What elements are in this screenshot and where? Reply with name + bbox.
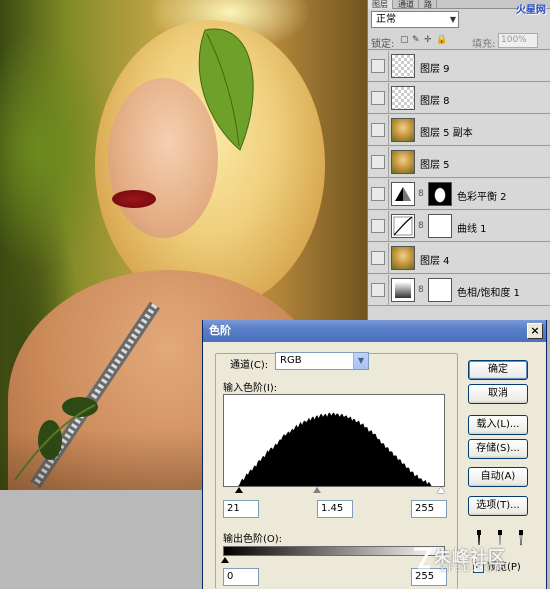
channel-select[interactable]: RGB ▼ xyxy=(275,352,369,370)
input-gamma-field[interactable]: 1.45 xyxy=(317,500,353,518)
lock-all-icon[interactable]: 🔒 xyxy=(436,35,447,45)
output-black-handle[interactable] xyxy=(221,557,229,563)
layer-name: 图层 4 xyxy=(420,256,450,267)
link-icon: 8 xyxy=(418,221,424,231)
options-button[interactable]: 选项(T)... xyxy=(468,496,528,516)
layer-name: 图层 9 xyxy=(420,64,450,75)
chevron-down-icon: ▼ xyxy=(353,353,368,369)
layer-mask[interactable] xyxy=(428,182,452,206)
visibility-toggle[interactable] xyxy=(371,283,385,297)
load-button[interactable]: 载入(L)... xyxy=(468,415,528,435)
blend-row: 正常 ▼ xyxy=(368,10,550,32)
input-white-field[interactable]: 255 xyxy=(411,500,447,518)
fill-label: 填充: xyxy=(472,39,496,50)
output-black-field[interactable]: 0 xyxy=(223,568,259,586)
dialog-titlebar[interactable]: 色阶 xyxy=(203,320,546,342)
layer-mask[interactable] xyxy=(428,214,452,238)
layer-name: 色彩平衡 2 xyxy=(457,192,507,203)
layer-thumbnail xyxy=(391,118,415,142)
layer-name: 图层 5 副本 xyxy=(420,128,473,139)
link-icon: 8 xyxy=(418,189,424,199)
layer-row[interactable]: 图层 4 xyxy=(368,243,550,274)
layer-thumbnail xyxy=(391,150,415,174)
layer-thumbnail xyxy=(391,86,415,110)
watermark-logo-icon xyxy=(414,547,432,569)
lock-row: 锁定: ▢ ✎ ✛ 🔒 填充: 100% xyxy=(368,32,550,50)
layer-row[interactable]: 图层 9 xyxy=(368,51,550,82)
layer-thumbnail xyxy=(391,246,415,270)
curves-icon xyxy=(391,214,415,238)
layer-row[interactable]: 8 色相/饱和度 1 xyxy=(368,275,550,306)
channel-label: 通道(C): xyxy=(230,360,269,371)
blend-mode-value: 正常 xyxy=(376,14,396,25)
histogram-area xyxy=(234,412,434,486)
visibility-toggle[interactable] xyxy=(371,251,385,265)
fill-input[interactable]: 100% xyxy=(498,33,538,48)
visibility-toggle[interactable] xyxy=(371,155,385,169)
histogram-graph xyxy=(234,412,434,486)
input-levels-label: 输入色阶(I): xyxy=(223,383,278,394)
ok-button[interactable]: 确定 xyxy=(468,360,528,380)
tab-channels[interactable]: 通道 xyxy=(394,0,419,9)
visibility-toggle[interactable] xyxy=(371,187,385,201)
layer-thumbnail xyxy=(391,54,415,78)
black-point-handle[interactable] xyxy=(235,487,243,493)
color-balance-icon xyxy=(391,182,415,206)
lock-label: 锁定: xyxy=(371,39,395,50)
layer-row[interactable]: 图层 5 副本 xyxy=(368,115,550,146)
layer-row[interactable]: 图层 8 xyxy=(368,83,550,114)
close-icon[interactable]: × xyxy=(527,323,543,339)
channel-value: RGB xyxy=(280,355,302,366)
lock-transparency-icon[interactable]: ▢ xyxy=(400,35,409,45)
input-black-field[interactable]: 21 xyxy=(223,500,259,518)
watermark: 朱峰社区 ZF3D.COM xyxy=(412,543,550,589)
auto-button[interactable]: 自动(A) xyxy=(468,467,528,487)
layer-row[interactable]: 8 色彩平衡 2 xyxy=(368,179,550,210)
watermark-subtext: ZF3D.COM xyxy=(440,564,504,574)
layer-name: 曲线 1 xyxy=(457,224,487,235)
layer-mask[interactable] xyxy=(428,278,452,302)
lock-paint-icon[interactable]: ✎ xyxy=(412,35,420,45)
tab-layers[interactable]: 图层 xyxy=(368,0,393,9)
gamma-handle[interactable] xyxy=(313,487,321,493)
visibility-toggle[interactable] xyxy=(371,123,385,137)
dialog-title: 色阶 xyxy=(209,324,231,337)
blend-mode-select[interactable]: 正常 ▼ xyxy=(371,11,459,28)
lips-shape xyxy=(112,190,156,208)
white-point-handle[interactable] xyxy=(437,487,445,493)
link-icon: 8 xyxy=(418,285,424,295)
layer-name: 图层 5 xyxy=(420,160,450,171)
histogram xyxy=(223,394,445,487)
layer-list: 图层 9 图层 8 图层 5 副本 图层 5 8 色彩平衡 2 8 曲线 1 图… xyxy=(368,51,550,321)
save-button[interactable]: 存储(S)... xyxy=(468,439,528,459)
layer-name: 图层 8 xyxy=(420,96,450,107)
layers-panel: 图层 通道 路 火星网 正常 ▼ 锁定: ▢ ✎ ✛ 🔒 填充: 100% 图层… xyxy=(367,0,550,320)
layer-row[interactable]: 图层 5 xyxy=(368,147,550,178)
layer-row[interactable]: 8 曲线 1 xyxy=(368,211,550,242)
cancel-button[interactable]: 取消 xyxy=(468,384,528,404)
output-levels-label: 输出色阶(O): xyxy=(223,534,283,545)
leaf-icon xyxy=(198,28,254,151)
visibility-toggle[interactable] xyxy=(371,59,385,73)
layer-name: 色相/饱和度 1 xyxy=(457,288,520,299)
visibility-toggle[interactable] xyxy=(371,219,385,233)
lock-move-icon[interactable]: ✛ xyxy=(424,35,432,45)
input-slider[interactable] xyxy=(223,487,445,495)
chevron-down-icon: ▼ xyxy=(449,15,456,24)
visibility-toggle[interactable] xyxy=(371,91,385,105)
hue-saturation-icon xyxy=(391,278,415,302)
tab-paths[interactable]: 路 xyxy=(420,0,437,9)
